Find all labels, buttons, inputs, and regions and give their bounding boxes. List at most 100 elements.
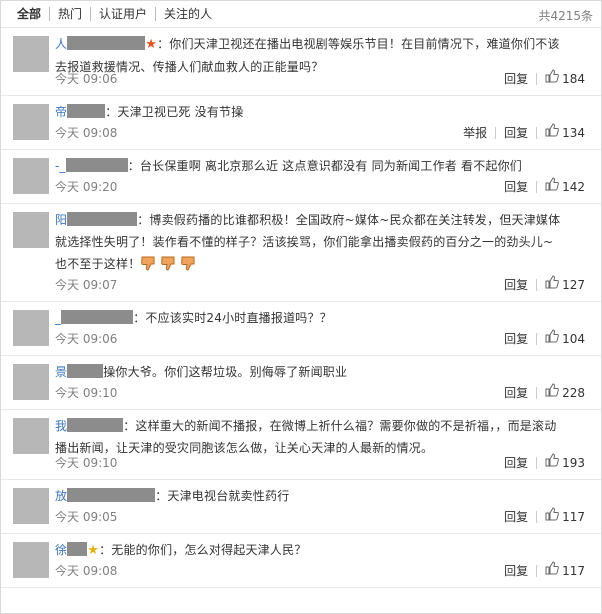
comment-list: 人 ★：你们天津卫视还在播出电视剧等娱乐节目！在目前情况下，难道你们不该去报道救援… [1,28,601,588]
timestamp: 今天 09:06 [55,332,118,346]
like-button[interactable]: 127 [537,273,585,297]
comment-actions: 回复 184 [496,67,585,91]
comment-item: 帝 ：天津卫视已死 没有节操今天 09:08 举报 回复 134 [1,96,601,150]
timestamp: 今天 09:08 [55,126,118,140]
thumbs-up-icon [545,559,562,583]
like-button[interactable]: 117 [537,559,585,583]
avatar[interactable] [13,104,49,140]
reply-button[interactable]: 回复 [496,273,536,297]
username-link[interactable]: 阳 [55,213,67,227]
filter-tabs: 全部 热门 认证用户 关注的人 共4215条 [1,1,601,28]
comment-meta: 今天 09:06 回复 184 [55,67,601,91]
comment-actions: 举报 回复 134 [455,121,585,145]
blurred-username [67,418,124,432]
avatar[interactable] [13,418,49,454]
comment-item: _ ：不应该实时24小时直播报道吗？？ 今天 09:06 回复 104 [1,302,601,356]
thumbs-down-emoji-icon [140,255,158,271]
comment-item: 放 ：天津电视台就卖性药行今天 09:05 回复 117 [1,480,601,534]
like-count: 193 [562,456,585,470]
reply-button[interactable]: 回复 [496,67,536,91]
comment-actions: 回复 127 [496,273,585,297]
comment-meta: 今天 09:20 回复 142 [55,175,601,199]
thumbs-down-emoji-icon [180,255,198,271]
comment-body: ：这样重大的新闻不播报，在微博上祈什么福？需要你做的不是祈福，，而是滚动播出新闻… [55,419,557,455]
reply-button[interactable]: 回复 [496,175,536,199]
thumbs-up-icon [545,67,562,91]
like-button[interactable]: 117 [537,505,585,529]
like-button[interactable]: 184 [537,67,585,91]
blurred-username [67,542,88,556]
avatar[interactable] [13,542,49,578]
blurred-username [67,104,106,118]
blurred-username [67,488,156,502]
tab-verified[interactable]: 认证用户 [90,7,155,21]
blurred-username [67,364,104,378]
member-badge-icon: ★ [87,543,100,558]
like-button[interactable]: 134 [537,121,585,145]
comment-actions: 回复 104 [496,327,585,351]
comment-text: _ ：不应该实时24小时直播报道吗？？ [55,302,601,329]
timestamp: 今天 09:08 [55,564,118,578]
comment-item: 景 操你大爷。你们这帮垃圾。别侮辱了新闻职业 今天 09:10 回复 228 [1,356,601,410]
thumbs-up-icon [545,505,562,529]
username-link[interactable]: 徐 [55,543,67,557]
thumbs-up-icon [545,121,562,145]
timestamp: 今天 09:10 [55,386,118,400]
username-link[interactable]: 帝 [55,105,67,119]
blurred-username [67,36,146,50]
like-button[interactable]: 142 [537,175,585,199]
reply-button[interactable]: 回复 [496,121,536,145]
avatar[interactable] [13,36,49,72]
like-count: 104 [562,332,585,346]
comment-meta: 今天 09:10 回复 193 [55,451,601,475]
comment-meta: 今天 09:07 回复 127 [55,273,601,297]
username-link[interactable]: 我 [55,419,67,433]
reply-button[interactable]: 回复 [496,381,536,405]
timestamp: 今天 09:05 [55,510,118,524]
comment-body: ：无能的你们，怎么对得起天津人民？ [99,543,307,557]
thumbs-up-icon [545,327,562,351]
username-link[interactable]: 景 [55,365,67,379]
avatar[interactable] [13,488,49,524]
comment-item: 我：这样重大的新闻不播报，在微博上祈什么福？需要你做的不是祈福，，而是滚动播出新… [1,410,601,480]
report-button[interactable]: 举报 [455,121,495,145]
like-button[interactable]: 228 [537,381,585,405]
comment-actions: 回复 142 [496,175,585,199]
reply-button[interactable]: 回复 [496,327,536,351]
avatar[interactable] [13,364,49,400]
reply-button[interactable]: 回复 [496,505,536,529]
avatar[interactable] [13,158,49,194]
comment-body: ：天津电视台就卖性药行 [155,489,290,503]
username-link[interactable]: 放 [55,489,67,503]
tab-hot[interactable]: 热门 [49,7,90,21]
thumbs-up-icon [545,451,562,475]
like-count: 228 [562,386,585,400]
comment-text: 帝 ：天津卫视已死 没有节操 [55,96,601,123]
comment-body: ：天津卫视已死 没有节操 [105,105,244,119]
thumbs-up-icon [545,175,562,199]
timestamp: 今天 09:10 [55,456,118,470]
thumbs-up-icon [545,273,562,297]
like-button[interactable]: 104 [537,327,585,351]
timestamp: 今天 09:06 [55,72,118,86]
like-button[interactable]: 193 [537,451,585,475]
comment-actions: 回复 117 [496,559,585,583]
comment-item: -_ ：台长保重啊 离北京那么近 这点意识都没有 同为新闻工作者 看不起你们 今天 … [1,150,601,204]
like-count: 127 [562,278,585,292]
comment-meta: 今天 09:08 回复 117 [55,559,601,583]
tab-all[interactable]: 全部 [17,7,49,21]
reply-button[interactable]: 回复 [496,451,536,475]
comment-total: 共4215条 [538,9,593,23]
reply-button[interactable]: 回复 [496,559,536,583]
username-link[interactable]: 人 [55,37,67,51]
tab-following[interactable]: 关注的人 [155,7,220,21]
comment-meta: 今天 09:10 回复 228 [55,381,601,405]
avatar[interactable] [13,212,49,248]
comment-text: 徐 ★：无能的你们，怎么对得起天津人民？ [55,534,601,562]
like-count: 117 [562,564,585,578]
like-count: 142 [562,180,585,194]
comment-meta: 今天 09:06 回复 104 [55,327,601,351]
comment-actions: 回复 117 [496,505,585,529]
username-link[interactable]: -_ [55,159,66,173]
avatar[interactable] [13,310,49,346]
